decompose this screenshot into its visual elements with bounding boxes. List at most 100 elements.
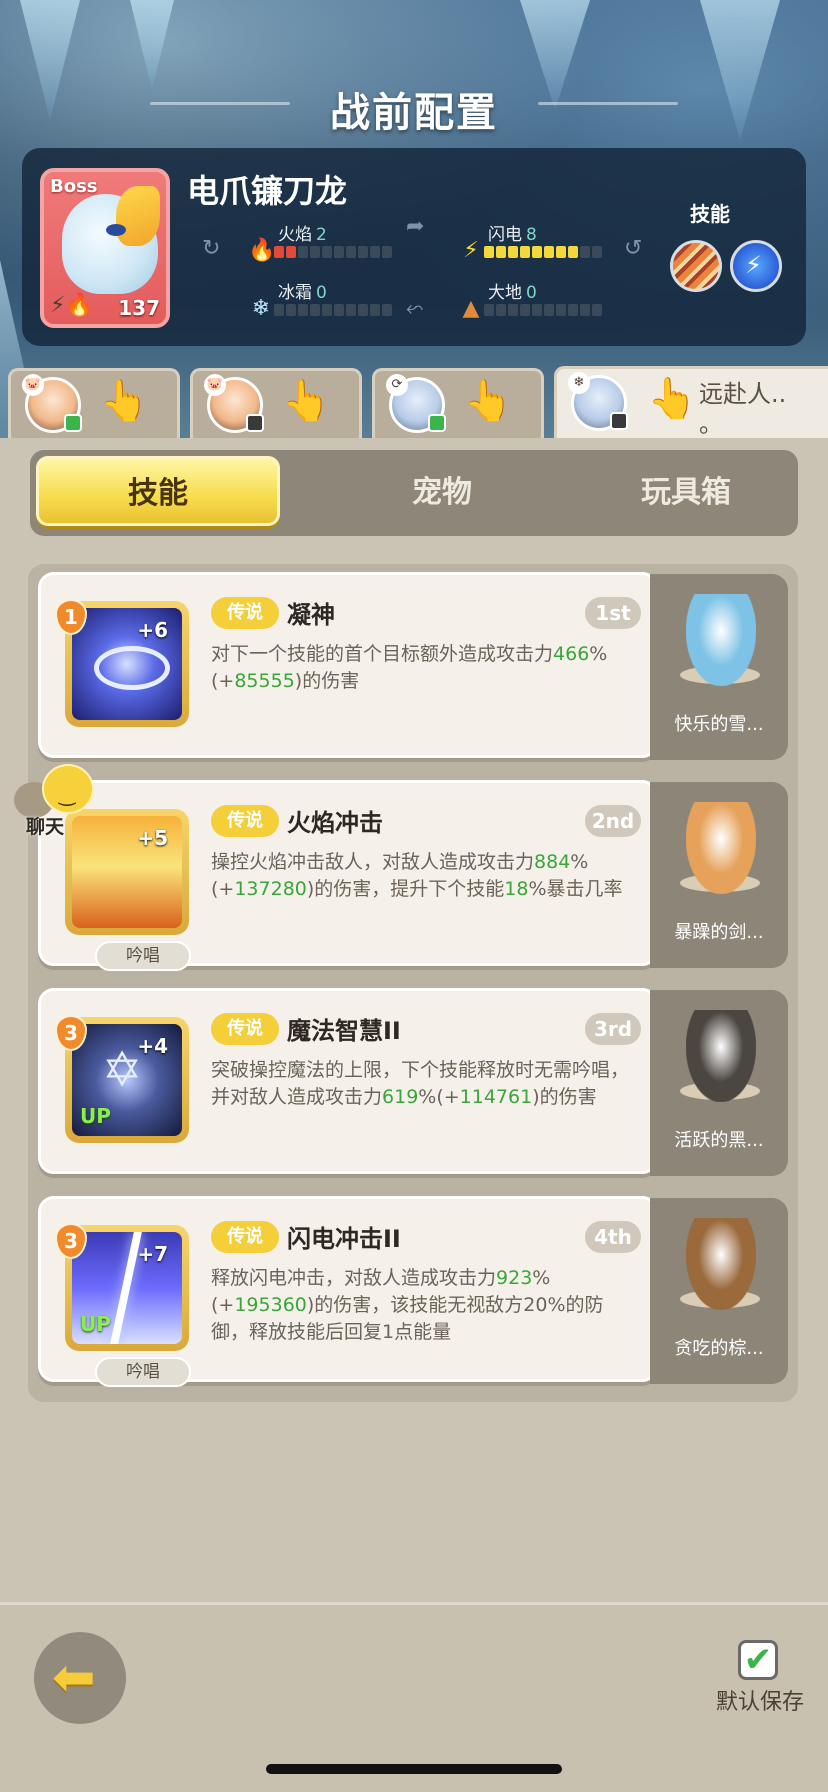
stat-segment — [334, 304, 344, 316]
fire-bar — [274, 246, 392, 258]
stat-segment — [520, 246, 530, 258]
stat-segment — [520, 304, 530, 316]
team-tab-3[interactable]: ⟳ 👆 — [372, 368, 544, 438]
boss-level: 137 — [118, 296, 160, 320]
tab-pets[interactable]: 宠物 — [316, 450, 568, 536]
highlight-value: 923 — [496, 1267, 533, 1289]
skill-card[interactable]: +6 1 传说 凝神 1st 对下一个技能的首个目标额外造成攻击力466%(+85555)… — [38, 572, 658, 758]
stat-segment — [544, 246, 554, 258]
stat-segment — [484, 246, 494, 258]
stat-lightning: 闪电 8 ⚡ — [458, 220, 608, 264]
home-indicator[interactable] — [266, 1764, 562, 1774]
stat-segment — [496, 246, 506, 258]
stat-segment — [322, 246, 332, 258]
plus-level: +4 — [137, 1034, 168, 1058]
desc-text: %暴击几率 — [528, 878, 623, 900]
status-badge — [246, 414, 264, 432]
stat-segment — [370, 304, 380, 316]
pet-figure-icon — [686, 1010, 756, 1102]
pet-card[interactable]: 活跃的黑... — [650, 990, 788, 1176]
lightning-icon: ⚡ — [463, 238, 479, 263]
boss-portrait[interactable]: Boss ⚡🔥 137 — [40, 168, 170, 328]
default-save-label: 默认保存 — [716, 1690, 805, 1715]
stat-label: 闪电 — [488, 225, 522, 245]
stat-segment — [484, 304, 494, 316]
back-button[interactable]: ⬅ — [34, 1632, 126, 1724]
skill-name: 火焰冲击 — [287, 809, 383, 837]
stat-label: 火焰 — [278, 225, 312, 245]
team-tab-2[interactable]: 🐷 👆 — [190, 368, 362, 438]
stat-segment — [310, 304, 320, 316]
swap-arrow-icon: ⬿ — [406, 296, 424, 321]
page-title: 战前配置 — [330, 90, 498, 136]
fire-claw-skill-icon[interactable] — [670, 240, 722, 292]
team-tab-1[interactable]: 🐷 👆 — [8, 368, 180, 438]
lightning-bar — [484, 246, 602, 258]
tap-hand-icon: 👆 — [99, 378, 149, 424]
stat-segment — [286, 304, 296, 316]
pet-name: 暴躁的剑... — [674, 922, 764, 943]
tab-toybox[interactable]: 玩具箱 — [560, 450, 812, 536]
pet-card[interactable]: 快乐的雪... — [650, 574, 788, 760]
tab-skills[interactable]: 技能 — [36, 456, 280, 526]
skill-card[interactable]: +5 吟唱 传说 火焰冲击 2nd 操控火焰冲击敌人，对敌人造成攻击力884%(+1372… — [38, 780, 658, 971]
checkbox-icon[interactable]: ✔ — [738, 1640, 778, 1680]
up-badge: UP — [80, 1104, 111, 1128]
desc-text: )的伤害 — [532, 1086, 597, 1108]
chant-tag: 吟唱 — [95, 941, 191, 971]
highlight-value: 619 — [382, 1086, 419, 1108]
stat-segment — [334, 246, 344, 258]
pet-name: 快乐的雪... — [674, 714, 764, 735]
stat-segment — [274, 246, 284, 258]
pet-card[interactable]: 暴躁的剑... — [650, 782, 788, 968]
stat-label: 冰霜 — [278, 283, 312, 303]
highlight-value: 884 — [534, 851, 571, 873]
rank-pill: 3rd — [585, 1013, 641, 1045]
rarity-badge: 传说 — [211, 597, 279, 629]
earth-icon: ▲ — [462, 296, 480, 321]
status-badge — [610, 412, 628, 430]
hero-avatar: ⟳ — [386, 374, 446, 433]
desc-text: )的伤害，提升下个技能 — [306, 878, 505, 900]
hero-avatar: ❄ — [568, 372, 628, 431]
skill-card[interactable]: +4UP3传说魔法智慧II3rd突破操控魔法的上限，下个技能释放时无需吟唱，并对… — [38, 988, 658, 1174]
status-badge — [428, 414, 446, 432]
team-tab-label: 远赴人.. 。 — [699, 380, 787, 438]
skill-name: 凝神 — [287, 601, 335, 629]
snowflake-icon: ❄ — [251, 296, 271, 321]
stat-value: 0 — [526, 283, 537, 303]
stat-fire: 火焰 2 🔥 — [248, 220, 398, 264]
stat-segment — [358, 304, 368, 316]
stat-segment — [556, 304, 566, 316]
stat-segment — [556, 246, 566, 258]
chat-label: 聊天 — [26, 816, 65, 838]
stat-segment — [544, 304, 554, 316]
pet-card[interactable]: 贪吃的棕... — [650, 1198, 788, 1384]
pet-figure-icon — [686, 1218, 756, 1310]
highlight-value: 466 — [553, 643, 590, 665]
highlight-value: 137280 — [234, 878, 307, 900]
team-tab-4[interactable]: ❄ 👆 远赴人.. 。 — [554, 366, 828, 442]
stat-segment — [496, 304, 506, 316]
status-badge — [64, 414, 82, 432]
rank-pill: 1st — [585, 597, 641, 629]
skill-description: 对下一个技能的首个目标额外造成攻击力466%(+85555)的伤害 — [211, 641, 641, 695]
hero-avatar: 🐷 — [204, 374, 264, 433]
stat-segment — [568, 304, 578, 316]
stat-segment — [298, 246, 308, 258]
stat-segment — [310, 246, 320, 258]
skill-card[interactable]: +7 UP 3 吟唱 传说 闪电冲击II 4th 释放闪电冲击，对敌人造成攻击力923%(+1… — [38, 1196, 658, 1387]
highlight-value: 18 — [504, 878, 529, 900]
plus-level: +6 — [137, 618, 168, 642]
lightning-skill-icon[interactable] — [730, 240, 782, 292]
stat-segment — [532, 304, 542, 316]
stat-segment — [346, 246, 356, 258]
pet-name: 活跃的黑... — [674, 1130, 764, 1151]
stat-segment — [286, 246, 296, 258]
stat-label: 大地 — [488, 283, 522, 303]
boss-name: 电爪镰刀龙 — [187, 172, 348, 210]
desc-text: 释放闪电冲击，对敌人造成攻击力 — [211, 1267, 497, 1289]
boss-info-panel: Boss ⚡🔥 137 电爪镰刀龙 火焰 2 🔥 闪电 8 ⚡ 冰霜 0 ❄ 大地 0 … — [22, 148, 806, 346]
frost-bar — [274, 304, 392, 316]
stat-frost: 冰霜 0 ❄ — [248, 278, 398, 322]
